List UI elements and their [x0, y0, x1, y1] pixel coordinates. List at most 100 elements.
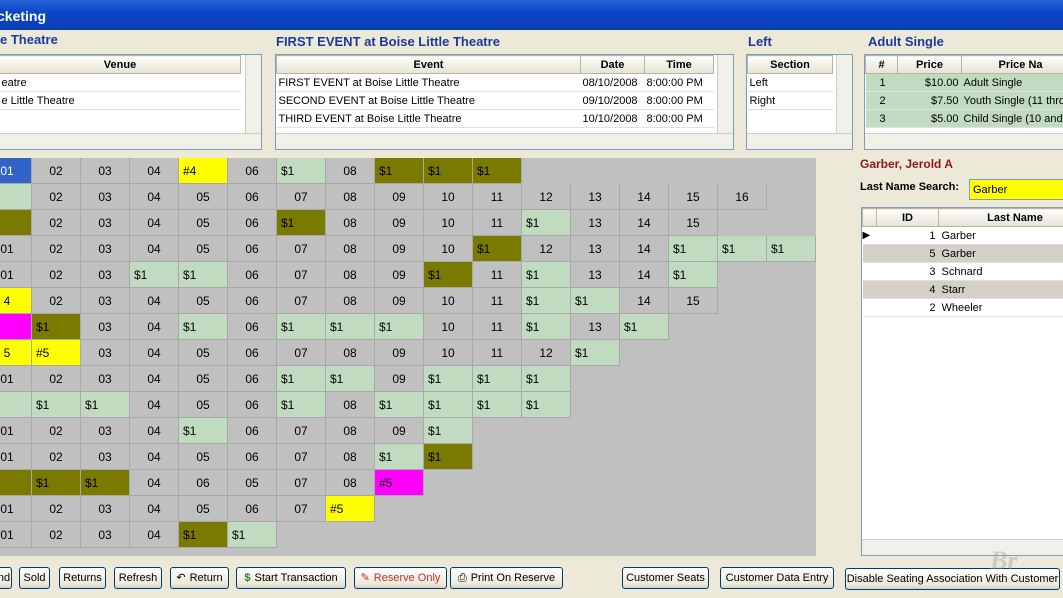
seat[interactable]: 01 — [0, 158, 32, 184]
seat[interactable]: 03 — [81, 288, 130, 314]
id-column-header[interactable]: ID — [876, 208, 939, 227]
seat[interactable]: 07 — [277, 340, 326, 366]
event-row[interactable]: SECOND EVENT at Boise Little Theatre 09/1… — [276, 91, 714, 110]
return-button[interactable]: ↶ Return — [170, 567, 229, 589]
seat[interactable]: 01 — [0, 262, 32, 288]
venue-grid[interactable]: Venue eatre e Little Theatre — [0, 54, 262, 150]
seat[interactable]: $1 — [277, 158, 326, 184]
seat[interactable]: #4 — [179, 158, 228, 184]
seat[interactable]: $1 — [375, 444, 424, 470]
seat[interactable]: $1 — [81, 470, 130, 496]
sold-button[interactable]: Sold — [19, 567, 50, 589]
seat[interactable]: 03 — [81, 496, 130, 522]
seat[interactable]: $1 — [326, 314, 375, 340]
seat[interactable]: 10 — [424, 184, 473, 210]
seat[interactable]: 08 — [326, 288, 375, 314]
seat[interactable]: 11 — [473, 184, 522, 210]
seat[interactable]: 03 — [81, 314, 130, 340]
seat[interactable]: # — [0, 314, 32, 340]
seat[interactable]: 11 — [473, 210, 522, 236]
customer-grid[interactable]: ID Last Name ▶ 1 Garber 5 Garber 3 Schnard 4S… — [861, 207, 1063, 556]
seat[interactable]: 14 — [620, 236, 669, 262]
seat[interactable]: 08 — [326, 262, 375, 288]
seat[interactable]: 03 — [81, 366, 130, 392]
seat[interactable]: $1 — [571, 288, 620, 314]
seat[interactable]: 08 — [326, 236, 375, 262]
seat[interactable]: 10 — [424, 210, 473, 236]
seat[interactable]: 06 — [228, 366, 277, 392]
seat[interactable]: 4 — [0, 288, 32, 314]
seat[interactable]: 02 — [32, 496, 81, 522]
seat[interactable]: 05 — [179, 496, 228, 522]
seat[interactable]: 07 — [277, 470, 326, 496]
seat[interactable]: 15 — [669, 184, 718, 210]
seat[interactable]: 09 — [375, 288, 424, 314]
seat[interactable]: $1 — [473, 366, 522, 392]
seat[interactable]: 02 — [32, 288, 81, 314]
venue-vscroll[interactable] — [245, 55, 261, 133]
seat[interactable]: 09 — [375, 340, 424, 366]
seat[interactable]: 03 — [81, 522, 130, 548]
customer-seats-button[interactable]: Customer Seats — [622, 567, 709, 589]
seat[interactable]: 08 — [326, 418, 375, 444]
price-hscroll[interactable] — [865, 133, 1063, 149]
seat[interactable]: 06 — [228, 236, 277, 262]
seat[interactable]: 16 — [718, 184, 767, 210]
seat[interactable]: $1 — [571, 340, 620, 366]
seat[interactable]: $1 — [669, 262, 718, 288]
seat[interactable]: $1 — [326, 366, 375, 392]
seat[interactable]: $1 — [277, 366, 326, 392]
seat[interactable]: 12 — [522, 236, 571, 262]
seat[interactable]: 07 — [277, 184, 326, 210]
last-name-column-header[interactable]: Last Name — [938, 208, 1063, 227]
seat[interactable]: $1 — [424, 366, 473, 392]
seat[interactable]: 04 — [130, 158, 179, 184]
seat[interactable]: $1 — [424, 444, 473, 470]
section-row[interactable]: Right — [747, 91, 833, 110]
seat[interactable]: 13 — [571, 236, 620, 262]
seat[interactable]: 13 — [571, 210, 620, 236]
seat[interactable]: 01 — [0, 496, 32, 522]
seat[interactable]: 09 — [375, 210, 424, 236]
seat[interactable]: 10 — [424, 314, 473, 340]
seat[interactable]: 04 — [130, 418, 179, 444]
seat[interactable]: 07 — [277, 496, 326, 522]
seat[interactable]: 15 — [669, 210, 718, 236]
seat[interactable]: 04 — [130, 288, 179, 314]
seat[interactable]: $1 — [375, 392, 424, 418]
seat[interactable]: 08 — [326, 444, 375, 470]
event-column-header[interactable]: Event — [276, 55, 581, 74]
seat[interactable]: $1 — [179, 522, 228, 548]
seat[interactable]: 08 — [326, 184, 375, 210]
seat[interactable]: 02 — [32, 522, 81, 548]
seat[interactable]: 01 — [0, 444, 32, 470]
seat[interactable]: 04 — [130, 496, 179, 522]
price-name-header[interactable]: Price Na — [961, 55, 1063, 74]
end-button[interactable]: nd — [0, 567, 12, 589]
seat[interactable]: 05 — [179, 444, 228, 470]
seat[interactable]: $1 — [32, 470, 81, 496]
seat[interactable]: $1 — [277, 210, 326, 236]
seat[interactable]: 02 — [32, 262, 81, 288]
seat[interactable]: $1 — [277, 314, 326, 340]
seat[interactable]: 07 — [277, 288, 326, 314]
seat[interactable]: #5 — [375, 470, 424, 496]
seat[interactable]: $1 — [767, 236, 816, 262]
seat[interactable]: 07 — [277, 418, 326, 444]
seat[interactable]: 03 — [81, 158, 130, 184]
seat[interactable]: 04 — [130, 444, 179, 470]
price-row[interactable]: 2 $7.50 Youth Single (11 thro — [865, 91, 1063, 110]
seat[interactable]: $1 — [424, 418, 473, 444]
seat[interactable]: 13 — [571, 314, 620, 340]
price-row[interactable]: 1 $10.00 Adult Single — [865, 73, 1063, 92]
section-grid[interactable]: Section Left Right — [746, 54, 853, 150]
seat[interactable]: 03 — [81, 444, 130, 470]
seat[interactable]: 07 — [277, 236, 326, 262]
venue-hscroll[interactable] — [0, 133, 261, 149]
seat[interactable]: 05 — [179, 340, 228, 366]
seat[interactable]: 04 — [130, 236, 179, 262]
seat[interactable]: $1 — [375, 158, 424, 184]
seat[interactable]: 5 — [0, 340, 32, 366]
date-column-header[interactable]: Date — [580, 55, 645, 74]
price-num-header[interactable]: # — [865, 55, 898, 74]
